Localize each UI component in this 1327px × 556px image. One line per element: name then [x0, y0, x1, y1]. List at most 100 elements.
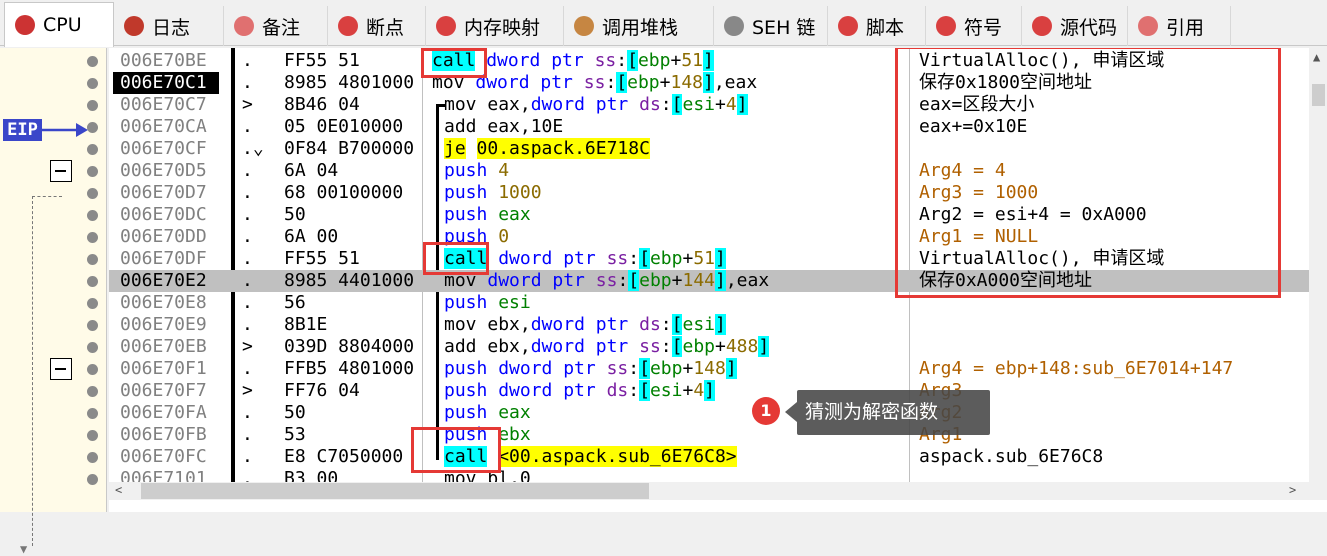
address-cell: 006E70C7	[120, 94, 207, 115]
breakpoint-dot[interactable]	[87, 320, 98, 331]
branch-marker: .	[242, 468, 253, 482]
tab-source-code[interactable]: 源代码	[1022, 6, 1128, 46]
address-cell: 006E70FA	[120, 402, 207, 423]
breakpoint-dot[interactable]	[87, 408, 98, 419]
branch-marker: .	[242, 226, 253, 247]
instruction-cell: mov ebx,dword ptr ds:[esi]	[432, 314, 987, 336]
bytes-cell: 50	[284, 204, 306, 225]
operands: eax	[498, 204, 531, 225]
mnemonic: add	[444, 336, 477, 357]
breakpoint-gutter[interactable]: EIP ▼	[0, 48, 107, 556]
instruction-cell: push dword ptr ss:[ebp+148]	[432, 358, 987, 380]
breakpoint-dot[interactable]	[87, 364, 98, 375]
mnemonic: push	[444, 402, 488, 423]
breakpoint-dot[interactable]	[87, 56, 98, 67]
tab-log[interactable]: 日志	[114, 6, 224, 46]
breakpoint-dot[interactable]	[87, 474, 98, 485]
address-cell: 006E70D7	[120, 182, 207, 203]
branch-marker: .	[242, 160, 253, 181]
vertical-scroll-thumb[interactable]	[1312, 84, 1325, 106]
tab-symbols[interactable]: 符号	[926, 6, 1022, 46]
disasm-row[interactable]: 006E7101. B3 00 mov bl,0	[109, 468, 1309, 482]
breakpoint-dot[interactable]	[87, 122, 98, 133]
address-cell: 006E70CA	[120, 116, 207, 137]
breakpoint-dot[interactable]	[87, 342, 98, 353]
breakpoint-dot[interactable]	[87, 232, 98, 243]
instruction-cell: mov bl,0	[432, 468, 987, 482]
disassembly-view[interactable]: 006E70BE. FF55 51 call dword ptr ss:[ebp+5…	[109, 48, 1309, 482]
tab-label: CPU	[43, 14, 82, 36]
branch-marker: .	[242, 424, 253, 445]
branch-marker: .	[242, 270, 253, 291]
tab-label: 备注	[262, 16, 301, 39]
breakpoint-dot[interactable]	[87, 100, 98, 111]
operands: <00.aspack.sub_6E76C8>	[498, 446, 737, 467]
operands: 1000	[498, 182, 542, 203]
tooltip-pointer	[785, 402, 797, 422]
breakpoint-dot[interactable]	[87, 210, 98, 221]
breakpoint-dot[interactable]	[87, 276, 98, 287]
tab-label: 脚本	[866, 16, 905, 39]
mnemonic: push	[444, 204, 488, 225]
mnemonic: push	[444, 358, 488, 379]
tab-label: 源代码	[1060, 16, 1118, 39]
collapse-icon[interactable]	[50, 358, 72, 380]
tab-breakpoint[interactable]: 断点	[328, 6, 426, 46]
scroll-up-icon[interactable]: ▲	[1313, 50, 1320, 64]
scroll-left-icon[interactable]: <	[115, 483, 122, 497]
branch-marker: .	[242, 116, 253, 137]
disasm-row[interactable]: 006E70E9. 8B1E mov ebx,dword ptr ds:[esi]	[109, 314, 1309, 336]
breakpoint-dot[interactable]	[87, 298, 98, 309]
breakpoint-dot[interactable]	[87, 78, 98, 89]
operands: eax,dword ptr ds:[esi+4]	[487, 94, 748, 115]
breakpoint-dot[interactable]	[87, 144, 98, 155]
tab-label: 日志	[152, 16, 191, 39]
bytes-cell: 8B1E	[284, 314, 328, 335]
tab-script[interactable]: 脚本	[828, 6, 926, 46]
disasm-row[interactable]: 006E70FC. E8 C7050000 call <00.aspack.sub_…	[109, 446, 1309, 468]
operands: ebx	[498, 424, 531, 445]
tab-call-stack[interactable]: 调用堆栈	[564, 6, 714, 46]
references-icon	[1138, 16, 1158, 36]
breakpoint-dot[interactable]	[87, 254, 98, 265]
tab-cpu[interactable]: CPU	[4, 2, 114, 47]
mnemonic: push	[444, 160, 488, 181]
breakpoint-dot[interactable]	[87, 452, 98, 463]
scroll-right-icon[interactable]: >	[1289, 483, 1296, 497]
tab-notes[interactable]: 备注	[224, 6, 328, 46]
operands: ebx,dword ptr ds:[esi]	[487, 314, 726, 335]
address-cell: 006E70D5	[120, 160, 207, 181]
call-stack-icon	[574, 16, 594, 36]
address-cell: 006E7101	[120, 468, 207, 482]
tab-seh-chain[interactable]: SEH 链	[714, 6, 828, 46]
address-cell: 006E70FC	[120, 446, 207, 467]
breakpoint-dot[interactable]	[87, 166, 98, 177]
address-cell: 006E70DD	[120, 226, 207, 247]
comment-cell: Arg4 = ebp+148:sub_6E7014+147	[919, 358, 1234, 379]
notes-icon	[234, 16, 254, 36]
disasm-row[interactable]: 006E70EB >039D 8804000 add ebx,dword ptr s…	[109, 336, 1309, 358]
collapse-icon[interactable]	[50, 160, 72, 182]
disasm-row[interactable]: 006E70F7 > FF76 04 push dword ptr ds:[esi+4…	[109, 380, 1309, 402]
disasm-row[interactable]: 006E70FA.50push eaxArg2	[109, 402, 1309, 424]
tab-references[interactable]: 引用	[1128, 6, 1231, 46]
log-icon	[124, 16, 144, 36]
bytes-cell: FF55 51	[284, 248, 360, 269]
bytes-cell: 68 00100000	[284, 182, 404, 203]
mnemonic: mov	[444, 94, 477, 115]
bytes-cell: 0F84 B700000	[284, 138, 415, 159]
disasm-row[interactable]: 006E70FB.53push ebxArg1	[109, 424, 1309, 446]
branch-marker: .	[242, 446, 253, 467]
tab-memory-map[interactable]: 内存映射	[426, 6, 564, 46]
eip-arrow-icon	[42, 123, 88, 137]
breakpoint-dot[interactable]	[87, 386, 98, 397]
disasm-row[interactable]: 006E70F1. FFB5 4801000 push dword ptr ss:[…	[109, 358, 1309, 380]
bytes-cell: 56	[284, 292, 306, 313]
vertical-scrollbar[interactable]: ▲	[1309, 48, 1327, 512]
breakpoint-dot[interactable]	[87, 430, 98, 441]
status-strip	[109, 500, 1327, 512]
breakpoint-dot[interactable]	[87, 188, 98, 199]
address-cell: 006E70FB	[120, 424, 207, 445]
horizontal-scroll-thumb[interactable]	[141, 483, 649, 499]
address-cell: 006E70E8	[120, 292, 207, 313]
